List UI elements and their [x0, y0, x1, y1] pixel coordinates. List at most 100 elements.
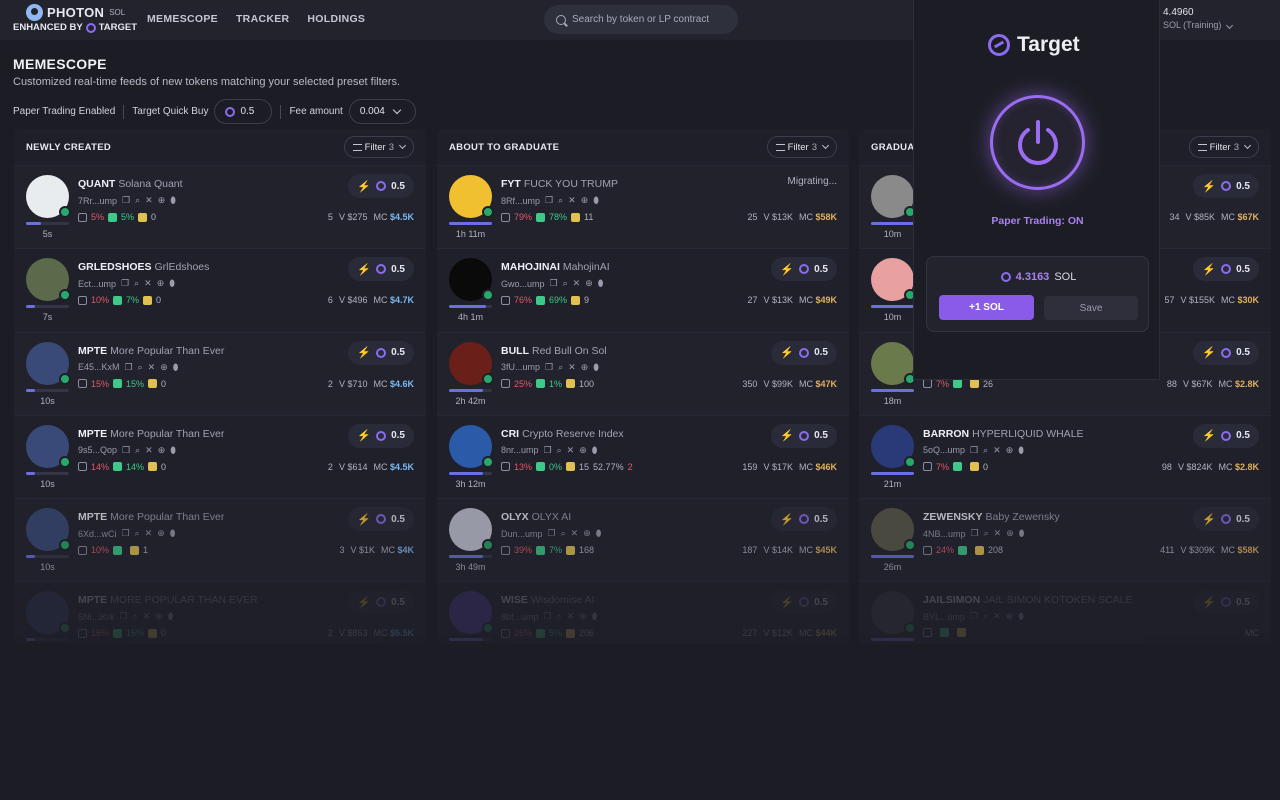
copy-icon[interactable]: ❐ — [545, 362, 553, 373]
x-twitter-icon[interactable]: ✕ — [145, 195, 153, 206]
globe-icon[interactable]: ⊕ — [155, 611, 163, 622]
x-twitter-icon[interactable]: ✕ — [568, 362, 576, 373]
globe-icon[interactable]: ⊕ — [579, 611, 587, 622]
token-ticker[interactable]: WISE — [501, 594, 528, 606]
search-icon[interactable]: ⌕ — [135, 528, 140, 539]
token-ticker[interactable]: JAILSIMON — [923, 594, 980, 606]
token-ticker[interactable]: CRI — [501, 428, 519, 440]
globe-icon[interactable]: ⊕ — [160, 362, 168, 373]
token-address[interactable]: 8nr...ump — [501, 445, 539, 455]
search-input[interactable] — [572, 14, 732, 25]
quick-buy-button[interactable]: ⚡ 0.5 — [771, 340, 837, 365]
quick-buy-button[interactable]: ⚡ 0.5 — [348, 174, 414, 198]
quick-buy-button[interactable]: ⚡ 0.5 — [348, 257, 414, 282]
globe-icon[interactable]: ⊕ — [581, 362, 589, 373]
globe-icon[interactable]: ⊕ — [579, 445, 587, 456]
token-card[interactable]: 10s MPTE More Popular Than Ever 6Xd...wCi ❐ ⌕… — [14, 499, 426, 583]
copy-icon[interactable]: ❐ — [970, 445, 978, 456]
x-twitter-icon[interactable]: ✕ — [145, 445, 153, 456]
nav-memescope[interactable]: MEMESCOPE — [147, 13, 218, 25]
nav-tracker[interactable]: TRACKER — [236, 13, 289, 25]
copy-icon[interactable]: ❐ — [544, 445, 552, 456]
search-icon[interactable]: ⌕ — [135, 445, 140, 456]
quick-buy-button[interactable]: ⚡ 0.5 — [771, 423, 837, 448]
search-icon[interactable]: ⌕ — [557, 611, 562, 622]
search-icon[interactable]: ⌕ — [983, 445, 988, 456]
token-address[interactable]: Gwo...ump — [501, 279, 545, 289]
token-card[interactable]: 10s MPTE More Popular Than Ever E45...KxM ❐ ⌕… — [14, 332, 426, 416]
token-ticker[interactable]: MPTE — [78, 345, 107, 357]
pill-icon[interactable]: ⬮ — [593, 195, 599, 206]
pill-icon[interactable]: ⬮ — [170, 528, 176, 539]
copy-icon[interactable]: ❐ — [120, 611, 128, 622]
fee-select[interactable]: 0.004 — [348, 99, 416, 124]
token-address[interactable]: 5Ni...iKrk — [78, 612, 115, 622]
search-icon[interactable]: ⌕ — [984, 528, 989, 539]
token-address[interactable]: 3fU...ump — [501, 362, 540, 372]
quick-buy-button[interactable]: ⚡ 0.5 — [1193, 423, 1259, 448]
token-card[interactable]: 1h 11m FYT FUCK YOU TRUMP 8Rf...ump ❐ ⌕ ✕ ⊕ ⬮ 79%… — [437, 166, 849, 250]
token-card[interactable]: WISE Wisdomise AI 8bf...ump ❐ ⌕ ✕ ⊕ ⬮ 26% 5% 206 ⚡ 0… — [437, 582, 849, 644]
token-address[interactable]: 8bf...ump — [501, 612, 539, 622]
copy-icon[interactable]: ❐ — [122, 445, 130, 456]
pill-icon[interactable]: ⬮ — [598, 278, 604, 289]
quick-buy-button[interactable]: ⚡ 0.5 — [348, 340, 414, 365]
copy-icon[interactable]: ❐ — [545, 195, 553, 206]
globe-icon[interactable]: ⊕ — [1006, 528, 1014, 539]
token-card[interactable]: 26m ZEWENSKY Baby Zewensky 4NB...ump ❐ ⌕ ✕ ⊕ ⬮ 24… — [859, 499, 1271, 583]
pill-icon[interactable]: ⬮ — [1018, 611, 1024, 622]
token-card[interactable]: 10s MPTE More Popular Than Ever 9s5...Qop ❐ ⌕… — [14, 415, 426, 500]
pill-icon[interactable]: ⬮ — [1018, 445, 1024, 456]
token-card[interactable]: 2h 42m BULL Red Bull On Sol 3fU...ump ❐ ⌕ ✕ ⊕ ⬮ 2… — [437, 332, 849, 416]
paper-trading-label[interactable]: Paper Trading Enabled — [13, 106, 115, 117]
quick-buy-button[interactable]: ⚡ 0.5 — [1193, 590, 1259, 615]
x-twitter-icon[interactable]: ✕ — [567, 445, 575, 456]
pill-icon[interactable]: ⬮ — [592, 611, 598, 622]
pill-icon[interactable]: ⬮ — [1019, 528, 1025, 539]
token-address[interactable]: 4NB...ump — [923, 529, 966, 539]
x-twitter-icon[interactable]: ✕ — [573, 278, 581, 289]
token-address[interactable]: 9s5...Qop — [78, 445, 117, 455]
globe-icon[interactable]: ⊕ — [1006, 611, 1014, 622]
x-twitter-icon[interactable]: ✕ — [567, 611, 575, 622]
filter-button[interactable]: Filter 3 — [1188, 136, 1259, 158]
search-icon[interactable]: ⌕ — [135, 195, 140, 206]
globe-icon[interactable]: ⊕ — [1006, 445, 1014, 456]
quick-buy-button[interactable]: ⚡ 0.5 — [771, 257, 837, 282]
add-sol-button[interactable]: +1 SOL — [939, 295, 1034, 320]
quick-buy-button[interactable]: ⚡ 0.5 — [1193, 174, 1259, 198]
token-ticker[interactable]: OLYX — [501, 511, 529, 523]
x-twitter-icon[interactable]: ✕ — [994, 528, 1002, 539]
search-icon[interactable]: ⌕ — [563, 278, 568, 289]
search-icon[interactable]: ⌕ — [557, 445, 562, 456]
copy-icon[interactable]: ❐ — [125, 362, 133, 373]
quick-buy-button[interactable]: ⚡ 0.5 — [771, 507, 837, 532]
token-card[interactable]: 3h 12m CRI Crypto Reserve Index 8nr...ump ❐ ⌕… — [437, 415, 849, 500]
copy-icon[interactable]: ❐ — [122, 195, 130, 206]
token-card[interactable]: 3h 49m OLYX OLYX AI Dun...ump ❐ ⌕ ✕ ⊕ ⬮ 39% 7% 168 ⚡… — [437, 499, 849, 583]
search-icon[interactable]: ⌕ — [558, 362, 563, 373]
search-icon[interactable]: ⌕ — [133, 611, 138, 622]
search-bar[interactable] — [544, 5, 738, 34]
copy-icon[interactable]: ❐ — [970, 611, 978, 622]
token-address[interactable]: E45...KxM — [78, 362, 120, 372]
x-twitter-icon[interactable]: ✕ — [144, 278, 152, 289]
nav-holdings[interactable]: HOLDINGS — [307, 13, 365, 25]
token-card[interactable]: JAILSIMON JAIL SIMON KOTOKEN SCALE BYL...u… — [859, 582, 1271, 644]
globe-icon[interactable]: ⊕ — [583, 528, 591, 539]
pill-icon[interactable]: ⬮ — [170, 195, 176, 206]
token-address[interactable]: 8Rf...ump — [501, 196, 540, 206]
token-address[interactable]: Ect...ump — [78, 279, 116, 289]
token-ticker[interactable]: MPTE — [78, 428, 107, 440]
token-address[interactable]: BYL...ump — [923, 612, 965, 622]
token-ticker[interactable]: FYT — [501, 178, 521, 190]
token-ticker[interactable]: MPTE — [78, 594, 107, 606]
x-twitter-icon[interactable]: ✕ — [148, 362, 156, 373]
token-card[interactable]: 4h 1m MAHOJINAI MahojinAI Gwo...ump ❐ ⌕ ✕ ⊕ ⬮ 76%… — [437, 249, 849, 333]
token-ticker[interactable]: BARRON — [923, 428, 969, 440]
token-card[interactable]: 21m BARRON HYPERLIQUID WHALE 5oQ...ump ❐ ⌕ ✕ ⊕ ⬮… — [859, 415, 1271, 500]
copy-icon[interactable]: ❐ — [550, 278, 558, 289]
quick-buy-button[interactable]: ⚡ 0.5 — [771, 590, 837, 615]
power-toggle-button[interactable] — [990, 95, 1085, 190]
x-twitter-icon[interactable]: ✕ — [993, 445, 1001, 456]
